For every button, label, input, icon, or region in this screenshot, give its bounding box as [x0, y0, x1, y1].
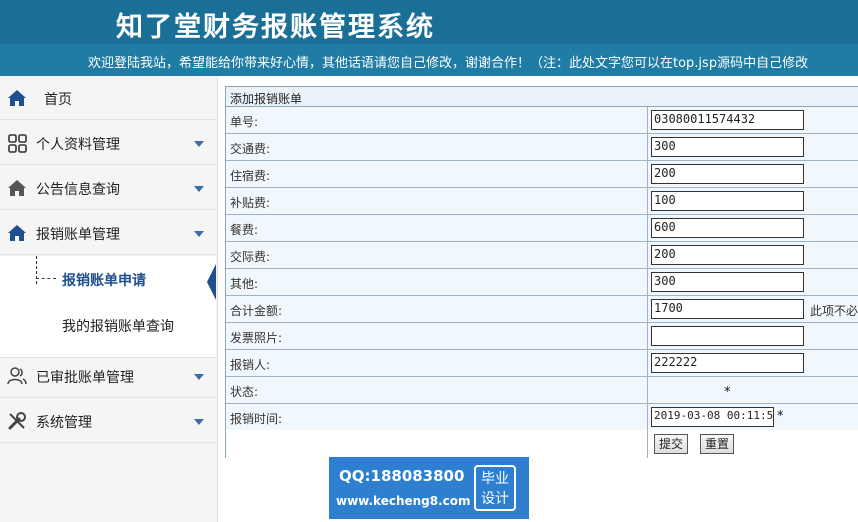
field-input[interactable]: 200 — [651, 245, 804, 265]
column-divider — [647, 161, 648, 188]
add-bill-form: 添加报销账单 单号: 03080011574432 交通费: 300 住宿费: 200 补贴… — [225, 86, 858, 458]
sidebar-item-label: 系统管理 — [36, 415, 92, 431]
submenu-item-label: 报销账单申请 — [62, 273, 146, 289]
home-icon — [8, 180, 26, 196]
tools-icon — [8, 412, 26, 430]
watermark-tag-line: 毕业 — [481, 471, 509, 487]
column-divider — [647, 188, 648, 215]
welcome-marquee: 欢迎登陆我站，希望能给你带来好心情，其他话语请您自己修改，谢谢合作！（注：此处文… — [88, 56, 809, 71]
column-divider — [647, 377, 648, 404]
form-title: 添加报销账单 — [226, 87, 858, 107]
column-divider — [647, 350, 648, 377]
sidebar-item-profile[interactable]: 个人资料管理 — [0, 121, 216, 165]
watermark-qq: QQ:188083800 — [339, 467, 465, 485]
form-row: 补贴费: 100 — [226, 188, 858, 215]
field-input[interactable]: 300 — [651, 272, 804, 292]
column-divider — [647, 269, 648, 296]
home-icon — [8, 90, 26, 106]
column-divider — [647, 242, 648, 269]
sidebar: 首页 个人资料管理 公告信息查询 报销账单管理 报销账单申请 我的报销账单查询 … — [0, 76, 218, 522]
chevron-down-icon — [194, 374, 204, 380]
sidebar-item-approved[interactable]: 已审批账单管理 — [0, 354, 216, 398]
required-marker: * — [724, 385, 731, 400]
form-row: 交通费: 300 — [226, 134, 858, 161]
form-row: 报销时间: 2019-03-08 00:11:57 * — [226, 404, 858, 431]
welcome-bar: 欢迎登陆我站，希望能给你带来好心情，其他话语请您自己修改，谢谢合作！（注：此处文… — [0, 44, 858, 76]
field-input[interactable]: 222222 — [651, 353, 804, 373]
form-row: 交际费: 200 — [226, 242, 858, 269]
form-row: 餐费: 600 — [226, 215, 858, 242]
users-icon — [7, 367, 27, 385]
column-divider — [647, 107, 648, 134]
chevron-down-icon — [194, 186, 204, 192]
field-label: 其他: — [230, 277, 259, 291]
field-input[interactable]: 600 — [651, 218, 804, 238]
column-divider — [647, 134, 648, 161]
submenu-item-my-bills[interactable]: 我的报销账单查询 — [0, 302, 216, 346]
field-label: 补贴费: — [230, 196, 271, 210]
sidebar-item-label: 首页 — [44, 92, 72, 108]
tree-line — [36, 256, 37, 284]
field-label: 报销人: — [230, 358, 271, 372]
field-label: 交际费: — [230, 250, 271, 264]
column-divider — [647, 215, 648, 242]
field-input[interactable] — [651, 326, 804, 346]
field-label: 单号: — [230, 115, 259, 129]
field-input[interactable]: 300 — [651, 137, 804, 157]
watermark-tag-line: 设计 — [481, 491, 509, 507]
submenu-item-apply[interactable]: 报销账单申请 — [0, 256, 216, 300]
field-input[interactable]: 1700 — [651, 299, 804, 319]
form-row: 住宿费: 200 — [226, 161, 858, 188]
sidebar-item-label: 个人资料管理 — [36, 137, 120, 153]
chevron-down-icon — [194, 231, 204, 237]
app-title: 知了堂财务报账管理系统 — [116, 12, 435, 43]
active-indicator — [207, 264, 216, 300]
home-icon — [8, 225, 26, 241]
column-divider — [647, 296, 648, 323]
required-marker: * — [777, 409, 784, 424]
form-row: 其他: 300 — [226, 269, 858, 296]
form-row: 报销人: 222222 — [226, 350, 858, 377]
field-label: 发票照片: — [230, 331, 283, 345]
watermark-tag: 毕业 设计 — [474, 465, 516, 511]
grid-icon — [8, 134, 27, 153]
field-input[interactable]: 2019-03-08 00:11:57 — [651, 407, 774, 427]
reset-button[interactable]: 重置 — [700, 434, 735, 454]
reimbursement-submenu: 报销账单申请 我的报销账单查询 — [0, 256, 216, 358]
form-actions: 提交 重置 — [226, 430, 858, 458]
sidebar-item-label: 已审批账单管理 — [36, 370, 134, 386]
chevron-down-icon — [194, 419, 204, 425]
column-divider — [647, 430, 648, 458]
field-input[interactable]: 200 — [651, 164, 804, 184]
field-label: 交通费: — [230, 142, 271, 156]
field-note: 此项不必 — [810, 304, 858, 318]
form-row: 状态: * — [226, 377, 858, 404]
sidebar-item-notices[interactable]: 公告信息查询 — [0, 166, 216, 210]
field-input[interactable]: 03080011574432 — [651, 110, 804, 130]
field-label: 报销时间: — [230, 412, 283, 426]
form-row: 发票照片: — [226, 323, 858, 350]
watermark-badge: QQ:188083800 www.kecheng8.com 毕业 设计 — [329, 457, 529, 519]
chevron-down-icon — [194, 141, 204, 147]
field-input[interactable]: 100 — [651, 191, 804, 211]
field-label: 住宿费: — [230, 169, 271, 183]
sidebar-item-label: 报销账单管理 — [36, 227, 120, 243]
submenu-item-label: 我的报销账单查询 — [62, 319, 174, 335]
tree-line — [36, 278, 56, 279]
watermark-url: www.kecheng8.com — [336, 494, 471, 508]
sidebar-item-reimbursement[interactable]: 报销账单管理 — [0, 211, 216, 255]
column-divider — [647, 323, 648, 350]
sidebar-item-label: 公告信息查询 — [36, 182, 120, 198]
column-divider — [647, 404, 648, 431]
app-header: 知了堂财务报账管理系统 — [0, 0, 858, 44]
field-label: 合计金额: — [230, 304, 283, 318]
field-label: 餐费: — [230, 223, 259, 237]
form-row: 单号: 03080011574432 — [226, 107, 858, 134]
sidebar-item-home[interactable]: 首页 — [0, 76, 216, 120]
sidebar-item-system[interactable]: 系统管理 — [0, 399, 216, 443]
form-row: 合计金额: 1700 此项不必 — [226, 296, 858, 323]
field-label: 状态: — [230, 385, 259, 399]
submit-button[interactable]: 提交 — [654, 434, 689, 454]
